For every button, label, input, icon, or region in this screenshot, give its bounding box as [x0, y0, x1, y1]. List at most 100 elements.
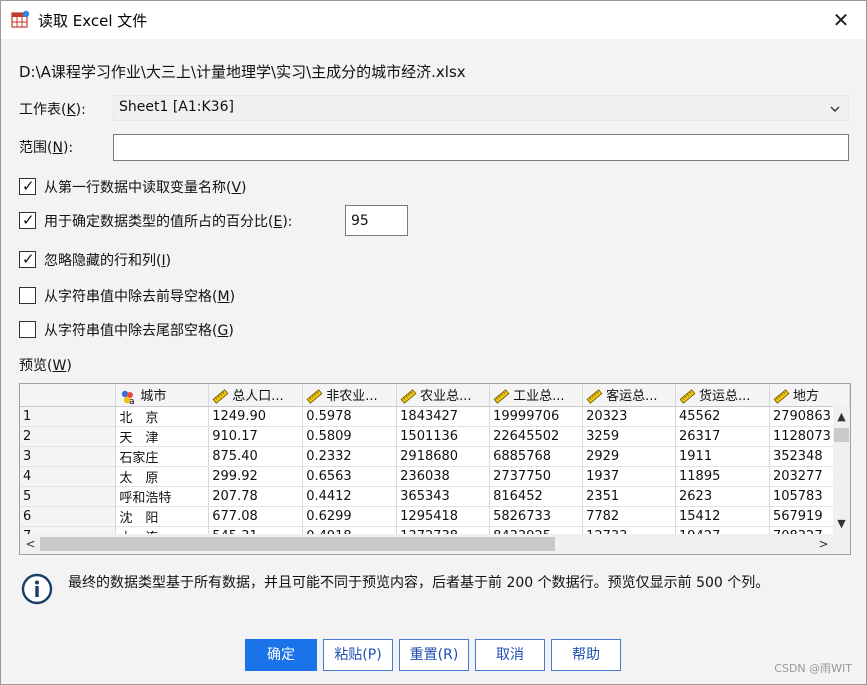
table-row[interactable]: 3 石家庄 875.40 0.2332 2918680 6885768 2929 1911 35…: [20, 446, 850, 467]
scale-ruler-icon: [212, 389, 229, 405]
scroll-down-icon[interactable]: ▼: [833, 515, 850, 532]
table-cell: 15412: [675, 506, 770, 527]
percentage-input[interactable]: 95: [345, 205, 408, 236]
table-cell: 22645502: [489, 426, 584, 447]
range-label-key: N: [52, 140, 63, 156]
row-number: 5: [20, 486, 117, 507]
column-header[interactable]: a 城市: [115, 384, 210, 407]
table-cell: 1249.90: [208, 406, 304, 427]
option-suffix: ):: [282, 214, 293, 230]
table-cell: 0.6299: [302, 506, 398, 527]
table-cell: 2737750: [489, 466, 584, 487]
reset-button[interactable]: 重置(R): [399, 639, 469, 671]
table-cell: 2929: [582, 446, 677, 467]
column-header[interactable]: 非农业...: [302, 384, 398, 407]
preview-label-suffix: ): [66, 358, 72, 374]
percentage-input-value: 95: [351, 213, 369, 229]
table-cell: 45562: [675, 406, 770, 427]
scroll-right-icon[interactable]: >: [815, 534, 832, 554]
table-row[interactable]: 6沈 阳 677.08 0.6299 1295418 5826733 7782 15412 5…: [20, 506, 850, 527]
preview-label-prefix: 预览(: [19, 358, 53, 374]
table-cell: 石家庄: [115, 446, 210, 467]
range-label-prefix: 范围(: [19, 140, 53, 156]
help-button[interactable]: 帮助: [551, 639, 621, 671]
table-cell: 11895: [675, 466, 770, 487]
column-header[interactable]: 地方: [769, 384, 850, 407]
table-cell: 呼和浩特: [115, 486, 210, 507]
ok-button[interactable]: 确定: [245, 639, 317, 671]
table-cell: 1911: [675, 446, 770, 467]
checkbox-box: ✓: [19, 211, 36, 229]
table-cell: 875.40: [208, 446, 304, 467]
scroll-thumb[interactable]: [834, 428, 849, 442]
vertical-scrollbar[interactable]: ▲ ▼: [833, 406, 850, 534]
option-prefix: 从字符串值中除去尾部空格(: [44, 323, 218, 339]
table-cell: 910.17: [208, 426, 304, 447]
scale-ruler-icon: [306, 389, 323, 405]
preview-label-key: W: [52, 358, 67, 374]
worksheet-label-key: K: [66, 102, 76, 118]
scroll-left-icon[interactable]: <: [22, 534, 39, 554]
row-number: 6: [20, 506, 117, 527]
table-cell: 5826733: [489, 506, 584, 527]
scale-ruler-icon: [773, 389, 790, 405]
table-cell: 3259: [582, 426, 677, 447]
table-row[interactable]: 5 呼和浩特 207.78 0.4412 365343 816452 2351 2623 105…: [20, 486, 850, 507]
spss-data-icon: [11, 10, 30, 28]
option-prefix: 忽略隐藏的行和列(: [44, 253, 162, 269]
worksheet-select[interactable]: Sheet1 [A1:K36]: [113, 95, 849, 121]
worksheet-label: 工作表(K):: [19, 99, 86, 119]
chevron-down-icon: [830, 106, 840, 112]
table-row[interactable]: 4太 原 299.92 0.6563 236038 2737750 1937 11895 20…: [20, 466, 850, 487]
option-suffix: ): [241, 180, 247, 196]
info-message: 最终的数据类型基于所有数据，并且可能不同于预览内容，后者基于前 200 个数据行…: [68, 575, 770, 591]
column-header-label: 工业总...: [513, 389, 565, 405]
nominal-variable-icon: a: [122, 390, 135, 405]
check-mark-icon: ✓: [22, 250, 35, 268]
table-cell: 太 原: [115, 466, 210, 487]
table-cell: 299.92: [208, 466, 304, 487]
table-cell: 0.5809: [302, 426, 398, 447]
checkbox-box: ✓: [19, 177, 36, 195]
checkbox-label: 从第一行数据中读取变量名称(V): [44, 177, 247, 197]
horizontal-scrollbar[interactable]: < >: [20, 534, 834, 554]
table-cell: 816452: [489, 486, 584, 507]
table-cell: 1501136: [396, 426, 491, 447]
cancel-button[interactable]: 取消: [475, 639, 545, 671]
read-excel-dialog: 读取 Excel 文件 ✕ D:\A课程学习作业\大三上\计量地理学\实习\主成…: [0, 0, 867, 685]
row-number: 4: [20, 466, 117, 487]
table-row[interactable]: 2天 津 910.17 0.5809 1501136 22645502 3259 26317…: [20, 426, 850, 447]
preview-table: a 城市 总人口... 非农业... 农业总... 工业总... 客运总... …: [20, 384, 850, 547]
preview-grid[interactable]: a 城市 总人口... 非农业... 农业总... 工业总... 客运总... …: [19, 383, 851, 555]
column-header[interactable]: 客运总...: [582, 384, 677, 407]
scroll-up-icon[interactable]: ▲: [833, 408, 850, 425]
table-cell: 2351: [582, 486, 677, 507]
scroll-thumb[interactable]: [40, 537, 555, 551]
preview-header-row: a 城市 总人口... 非农业... 农业总... 工业总... 客运总... …: [20, 384, 850, 407]
close-button[interactable]: ✕: [828, 7, 854, 33]
column-header[interactable]: 工业总...: [489, 384, 584, 407]
close-icon: ✕: [832, 8, 850, 32]
row-number: 3: [20, 446, 117, 467]
table-cell: 2623: [675, 486, 770, 507]
table-cell: 20323: [582, 406, 677, 427]
table-cell: 0.5978: [302, 406, 398, 427]
table-cell: 6885768: [489, 446, 584, 467]
window-title: 读取 Excel 文件: [38, 12, 148, 30]
column-header[interactable]: 货运总...: [675, 384, 770, 407]
column-header[interactable]: 农业总...: [396, 384, 491, 407]
option-key: G: [217, 323, 229, 339]
column-header[interactable]: 总人口...: [208, 384, 304, 407]
option-suffix: ): [165, 253, 172, 269]
scale-ruler-icon: [493, 389, 510, 405]
table-row[interactable]: 1北 京 1249.90 0.5978 1843427 19999706 20323 455…: [20, 406, 850, 427]
table-cell: 0.2332: [302, 446, 398, 467]
table-cell: 1295418: [396, 506, 491, 527]
range-input[interactable]: [113, 134, 849, 161]
option-key: E: [273, 214, 283, 230]
table-cell: 2918680: [396, 446, 491, 467]
table-cell: 1937: [582, 466, 677, 487]
table-cell: 1843427: [396, 406, 491, 427]
paste-button[interactable]: 粘贴(P): [323, 639, 393, 671]
table-cell: 365343: [396, 486, 491, 507]
